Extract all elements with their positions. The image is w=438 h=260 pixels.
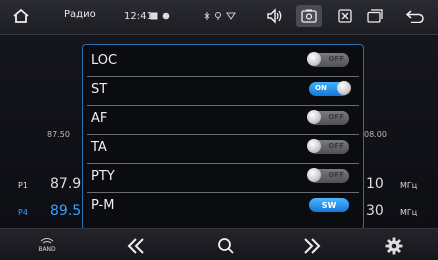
setting-row-st: ST ON bbox=[87, 76, 359, 106]
preset-label-p4[interactable]: P4 bbox=[18, 208, 28, 217]
setting-row-ta: TA OFF bbox=[87, 134, 359, 164]
loc-toggle[interactable]: OFF bbox=[307, 52, 349, 67]
app-title: Радио bbox=[64, 9, 96, 20]
gps-icon bbox=[160, 5, 172, 27]
close-icon[interactable] bbox=[334, 5, 356, 27]
setting-label-st: ST bbox=[91, 82, 108, 97]
search-icon[interactable] bbox=[214, 235, 238, 257]
toggle-knob bbox=[307, 52, 321, 66]
toggle-knob bbox=[307, 110, 321, 124]
st-toggle[interactable]: ON bbox=[309, 81, 351, 96]
toggle-state-text: OFF bbox=[328, 171, 344, 179]
status-bar: Радио 12:41 bbox=[0, 0, 438, 35]
toggle-state-text: OFF bbox=[328, 55, 344, 63]
volume-icon[interactable] bbox=[264, 5, 286, 27]
unit-label: МГц bbox=[400, 181, 418, 190]
preset-freq-p4-right: 30 bbox=[366, 203, 384, 219]
setting-label-pty: PTY bbox=[91, 169, 115, 184]
toggle-knob bbox=[337, 81, 351, 95]
screenshot-icon[interactable] bbox=[296, 5, 322, 27]
setting-label-loc: LOC bbox=[91, 53, 118, 68]
toggle-knob bbox=[307, 139, 321, 153]
ta-toggle[interactable]: OFF bbox=[307, 139, 349, 154]
preset-label-p1[interactable]: P1 bbox=[18, 181, 28, 190]
scale-end: 08.00 bbox=[364, 130, 387, 139]
back-icon[interactable] bbox=[404, 5, 426, 27]
setting-label-ta: TA bbox=[91, 140, 107, 155]
switch-button-text: SW bbox=[321, 200, 337, 210]
connectivity-icons bbox=[200, 5, 240, 27]
seek-forward-icon[interactable] bbox=[300, 235, 324, 257]
band-label: BAND bbox=[38, 246, 56, 253]
band-button[interactable]: BAND bbox=[32, 235, 62, 257]
bottom-control-bar: BAND bbox=[0, 228, 438, 260]
unit-label: МГц bbox=[400, 208, 418, 217]
home-icon[interactable] bbox=[10, 5, 32, 27]
toggle-knob bbox=[307, 168, 321, 182]
radio-screen: Радио 12:41 87.50 08.00 P1 87.9 10 МГц P… bbox=[0, 0, 438, 260]
pm-switch-button[interactable]: SW bbox=[309, 198, 349, 212]
radio-settings-dialog: LOC OFF ST ON AF OFF TA OFF PTY OFF P-M … bbox=[82, 44, 364, 230]
toggle-state-text: OFF bbox=[328, 113, 344, 121]
setting-row-pty: PTY OFF bbox=[87, 163, 359, 193]
preset-freq-p4[interactable]: 89.5 bbox=[50, 203, 81, 219]
preset-freq-p1-right: 10 bbox=[366, 176, 384, 192]
setting-row-pm: P-M SW bbox=[87, 192, 359, 221]
multiwindow-icon[interactable] bbox=[364, 5, 386, 27]
setting-label-pm: P-M bbox=[91, 198, 115, 213]
toggle-state-text: ON bbox=[315, 84, 327, 92]
seek-back-icon[interactable] bbox=[124, 235, 148, 257]
toggle-state-text: OFF bbox=[328, 142, 344, 150]
preset-freq-p1[interactable]: 87.9 bbox=[50, 176, 81, 192]
sd-card-icon bbox=[148, 5, 160, 27]
setting-row-loc: LOC OFF bbox=[87, 47, 359, 77]
setting-label-af: AF bbox=[91, 111, 108, 126]
settings-gear-icon[interactable] bbox=[382, 235, 406, 257]
setting-row-af: AF OFF bbox=[87, 105, 359, 135]
af-toggle[interactable]: OFF bbox=[307, 110, 349, 125]
pty-toggle[interactable]: OFF bbox=[307, 168, 349, 183]
scale-start: 87.50 bbox=[47, 130, 70, 139]
